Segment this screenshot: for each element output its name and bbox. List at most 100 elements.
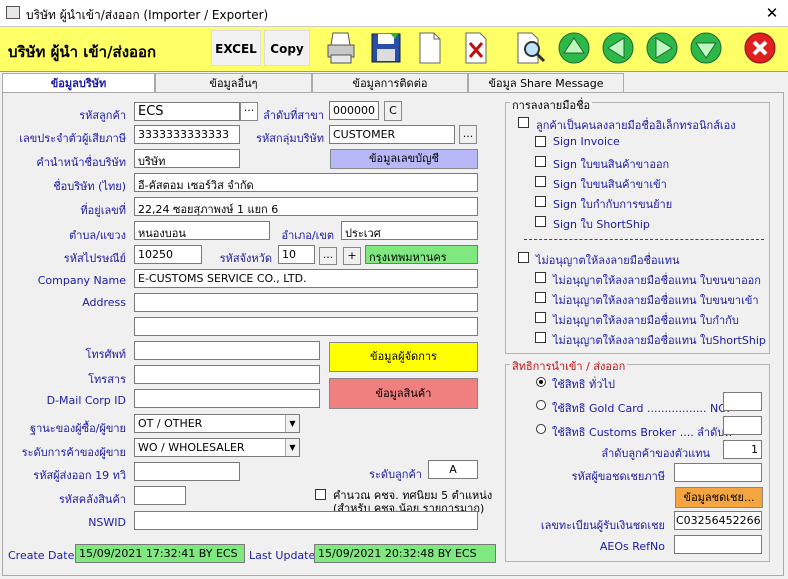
address-no-input[interactable]: 22,24 ซอยสุภาพงษ์ 1 แยก 6	[134, 197, 478, 216]
sign-invoice-label: Sign Invoice	[553, 135, 620, 148]
deny-delegate-checkbox[interactable]	[518, 252, 529, 263]
nswid-input[interactable]	[134, 511, 478, 530]
tab-other-info[interactable]: ข้อมูลอื่นๆ	[155, 73, 312, 93]
rights-group-title: สิทธิการนำเข้า / ส่งออก	[510, 357, 628, 375]
tax-id-input[interactable]: 3333333333333	[134, 125, 240, 144]
address-line2-input[interactable]	[134, 317, 478, 336]
copy-button[interactable]: Copy	[264, 30, 310, 66]
trade-level-select[interactable]: WO / WHOLESALER ▼	[134, 438, 300, 457]
toolbar-title: บริษัท ผู้นำ เข้า/ส่งออก	[8, 43, 157, 61]
buyer-status-label: ฐานะของผู้ซื้อ/ผู้ขาย	[30, 422, 126, 435]
save-icon[interactable]	[368, 29, 404, 67]
chevron-down-icon: ▼	[285, 439, 299, 456]
delete-document-icon[interactable]	[458, 29, 494, 67]
tab-contact-info[interactable]: ข้อมูลการติดต่อ	[312, 73, 468, 93]
print-icon[interactable]	[324, 29, 360, 67]
calc-decimal-checkbox[interactable]	[315, 489, 326, 500]
tab-share-message[interactable]: ข้อมูล Share Message	[468, 73, 624, 93]
province-lookup-button[interactable]: ...	[319, 247, 337, 265]
first-record-icon[interactable]	[556, 29, 592, 67]
fax-input[interactable]	[134, 365, 320, 384]
sign-import-checkbox[interactable]	[535, 176, 546, 187]
new-document-icon[interactable]	[412, 29, 448, 67]
excel-button[interactable]: EXCEL	[211, 30, 261, 66]
buyer-status-select[interactable]: OT / OTHER ▼	[134, 414, 300, 433]
refund-reg-input[interactable]: C0325645226655	[674, 511, 762, 530]
branch-c-button[interactable]: C	[384, 101, 402, 121]
search-icon[interactable]	[512, 29, 548, 67]
customer-code-input[interactable]: ECS	[134, 102, 240, 121]
self-sign-checkbox[interactable]	[518, 117, 529, 128]
postcode-input[interactable]: 10250	[134, 245, 202, 264]
aeo-label: AEOs RefNo	[599, 540, 665, 553]
sign-transfer-label: Sign ใบกำกับการขนย้าย	[553, 198, 673, 211]
rights-gold-card-radio[interactable]	[536, 400, 546, 410]
last-record-icon[interactable]	[688, 29, 724, 67]
phone-input[interactable]	[134, 341, 320, 360]
create-date-field: 15/09/2021 17:32:41 BY ECS	[75, 544, 245, 563]
thai-name-label: ชื่อบริษัท (ไทย)	[53, 180, 126, 193]
dmail-label: D-Mail Corp ID	[46, 394, 126, 407]
customer-code-label: รหัสลูกค้า	[79, 109, 126, 122]
sign-transfer-checkbox[interactable]	[535, 196, 546, 207]
sign-invoice-checkbox[interactable]	[535, 136, 546, 147]
province-add-button[interactable]: +	[343, 247, 361, 265]
aeo-input[interactable]	[674, 535, 762, 554]
branch-input[interactable]: 000000	[329, 101, 379, 120]
next-record-icon[interactable]	[644, 29, 680, 67]
deny-import-label: ไม่อนุญาตให้ลงลายมือชื่อแทน ใบขนขาเข้า	[553, 294, 759, 307]
dmail-input[interactable]	[134, 389, 320, 408]
subdistrict-label: ตำบล/แขวง	[69, 229, 126, 242]
company-name-input[interactable]: E-CUSTOMS SERVICE CO., LTD.	[134, 269, 478, 288]
district-input[interactable]: ประเวศ	[341, 221, 478, 240]
deny-delegate-label: ไม่อนุญาตให้ลงลายมือชื่อแทน	[536, 254, 680, 267]
previous-record-icon[interactable]	[600, 29, 636, 67]
group-code-input[interactable]: CUSTOMER	[329, 125, 455, 144]
buyer-status-value: OT / OTHER	[138, 417, 203, 430]
address-label: Address	[82, 296, 126, 309]
thai-name-input[interactable]: อี-คัสตอม เซอร์วิส จำกัด	[134, 173, 478, 192]
customer-lookup-button[interactable]: ···	[240, 102, 258, 121]
exit-icon[interactable]	[742, 29, 778, 67]
last-update-label: Last Update :	[249, 549, 323, 562]
rights-general-radio[interactable]	[536, 377, 546, 387]
prefix-label: คำนำหน้าชื่อบริษัท	[36, 156, 126, 169]
signature-divider	[524, 239, 764, 240]
subdistrict-input[interactable]: หนองบอน	[134, 221, 270, 240]
sign-shortship-label: Sign ใบ ShortShip	[553, 218, 650, 231]
rights-general-label: ใช้สิทธิ ทั่วไป	[552, 378, 615, 391]
product-info-button[interactable]: ข้อมูลสินค้า	[329, 378, 478, 409]
tab-company-info[interactable]: ข้อมูลบริษัท	[2, 73, 155, 93]
account-info-button[interactable]: ข้อมูลเลขบัญชี	[330, 149, 478, 169]
customer-level-input[interactable]: A	[428, 460, 478, 479]
sign-shortship-checkbox[interactable]	[535, 216, 546, 227]
deny-export-checkbox[interactable]	[535, 272, 546, 283]
phone-label: โทรศัพท์	[85, 348, 126, 361]
group-code-lookup-button[interactable]: ...	[459, 125, 477, 144]
company-name-label: Company Name	[37, 274, 126, 287]
postcode-label: รหัสไปรษณีย์	[63, 252, 126, 265]
window-close-icon[interactable]: ✕	[762, 3, 782, 23]
address-line1-input[interactable]	[134, 293, 478, 312]
exporter19-input[interactable]	[134, 462, 240, 481]
trade-level-value: WO / WHOLESALER	[138, 441, 245, 454]
self-sign-label: ลูกค้าเป็นคนลงลายมือชื่ออิเล็กทรอนิกส์เอ…	[536, 119, 736, 132]
broker-order-input[interactable]	[723, 416, 762, 435]
warehouse-input[interactable]	[134, 486, 186, 505]
deny-shortship-checkbox[interactable]	[535, 332, 546, 343]
rights-broker-radio[interactable]	[536, 424, 546, 434]
refund-tax-input[interactable]	[674, 463, 762, 482]
province-code-input[interactable]: 10	[278, 245, 315, 264]
refund-info-button[interactable]: ข้อมูลชดเชย...	[675, 487, 763, 508]
refund-tax-label: รหัสผู้ขอชดเชยภาษี	[571, 470, 665, 483]
deny-transfer-checkbox[interactable]	[535, 312, 546, 323]
gold-card-no-input[interactable]	[723, 392, 762, 411]
sign-export-checkbox[interactable]	[535, 156, 546, 167]
province-name-field: กรุงเทพมหานคร	[365, 245, 478, 264]
last-update-field: 15/09/2021 20:32:48 BY ECS	[314, 544, 496, 563]
rights-gold-card-label: ใช้สิทธิ Gold Card ................. NO.	[552, 402, 730, 415]
deny-import-checkbox[interactable]	[535, 292, 546, 303]
manager-info-button[interactable]: ข้อมูลผู้จัดการ	[329, 342, 478, 372]
rep-order-input[interactable]: 1	[723, 440, 762, 459]
prefix-input[interactable]: บริษัท	[134, 149, 240, 168]
